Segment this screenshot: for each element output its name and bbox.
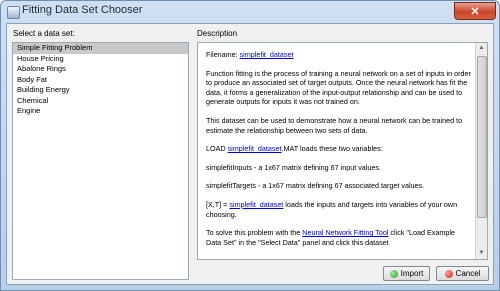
import-label: Import [400,269,424,278]
list-item-engine[interactable]: Engine [13,106,188,117]
import-icon [389,269,398,278]
select-dataset-label: Select a data set: [13,29,75,38]
import-button[interactable]: Import [383,266,430,281]
close-button[interactable]: ✕ [454,2,496,20]
list-item-chemical[interactable]: Chemical [13,96,188,107]
load-suffix: .MAT loads these two variables: [281,144,383,154]
scroll-down-icon[interactable]: ▼ [476,248,487,259]
dialog-window: Fitting Data Set Chooser ✕ Select a data… [0,0,500,291]
dialog-body: Select a data set: Description Simple Fi… [6,23,494,285]
solve-line: To solve this problem with the Neural Ne… [206,228,472,247]
load-dataset-link[interactable]: simplefit_dataset [228,144,282,153]
cancel-label: Cancel [455,269,481,278]
cancel-icon [444,269,453,278]
filename-link[interactable]: simplefit_dataset [240,50,294,59]
filename-prefix: Filename: [206,50,240,59]
list-item-building-energy[interactable]: Building Energy [13,85,188,96]
scroll-up-icon[interactable]: ▲ [476,43,487,54]
description-text: Filename: simplefit_dataset Function fit… [206,50,472,256]
targets-line: simplefitTargets - a 1x67 matrix definin… [206,181,425,191]
description-paragraph-2: This dataset can be used to demonstrate … [206,115,463,135]
load-prefix: LOAD [206,144,228,154]
inputs-line: simplefitInputs - a 1x67 matrix defining… [206,162,381,172]
scroll-thumb[interactable] [477,56,487,218]
load-line: LOAD simplefit_dataset.MAT loads these t… [206,144,472,154]
description-paragraph-1: Function fitting is the process of train… [206,68,471,107]
filename-line: Filename: simplefit_dataset [206,50,472,60]
description-label: Description [197,29,238,38]
list-item-house-pricing[interactable]: House Pricing [13,54,188,65]
xt-prefix: [X,T] = [206,199,230,209]
list-item-simple-fitting[interactable]: Simple Fitting Problem [13,43,188,54]
list-item-body-fat[interactable]: Body Fat [13,75,188,86]
close-icon: ✕ [470,5,480,18]
app-icon [7,6,20,19]
dataset-list[interactable]: Simple Fitting Problem House Pricing Aba… [12,42,189,280]
xt-dataset-link[interactable]: simplefit_dataset [229,200,283,209]
fitting-tool-link[interactable]: Neural Network Fitting Tool [302,228,388,237]
title-bar[interactable]: Fitting Data Set Chooser ✕ [1,1,500,37]
description-scrollbar[interactable]: ▲ ▼ [475,43,487,259]
xt-line: [X,T] = simplefit_dataset loads the inpu… [206,200,472,219]
window-title: Fitting Data Set Chooser [22,4,143,16]
description-panel[interactable]: Filename: simplefit_dataset Function fit… [197,42,488,260]
list-item-abalone-rings[interactable]: Abalone Rings [13,64,188,75]
cancel-button[interactable]: Cancel [436,266,489,281]
solve-prefix: To solve this problem with the [206,228,303,238]
